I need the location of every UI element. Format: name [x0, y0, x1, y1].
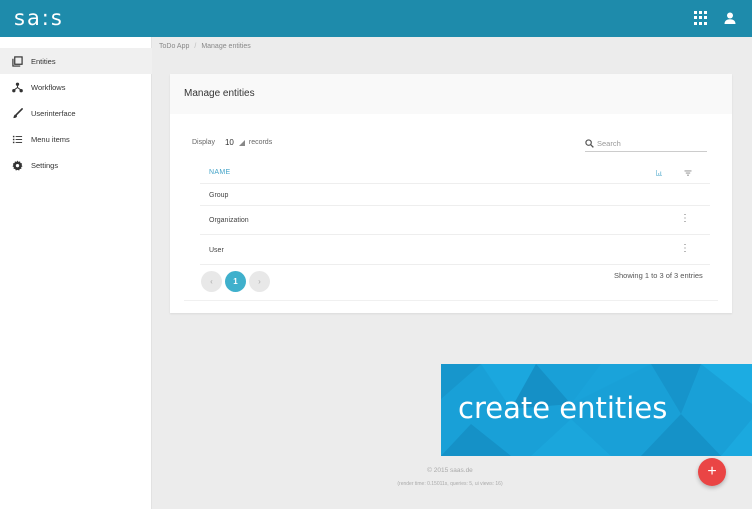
records-label: records [248, 139, 273, 146]
entity-name-cell[interactable]: User [209, 247, 224, 254]
promo-banner: create entities [441, 364, 752, 456]
prev-page-button[interactable]: ‹ [201, 271, 222, 292]
records-per-page: Display 10 records [192, 138, 272, 147]
banner-text: create entities [458, 391, 668, 425]
breadcrumb-separator: / [194, 43, 197, 50]
page-title: Manage entities [184, 88, 255, 99]
display-label: Display [192, 139, 215, 146]
entity-name-cell[interactable]: Group [209, 192, 228, 199]
more-options-icon[interactable]: ⋮ [680, 244, 690, 254]
gear-icon [10, 158, 24, 172]
select-caret-icon[interactable] [238, 139, 245, 146]
apps-grid-icon[interactable] [694, 11, 708, 25]
sidebar-item-userinterface[interactable]: Userinterface [0, 100, 152, 126]
pagination: ‹ 1 › [201, 271, 273, 292]
breadcrumb-current: Manage entities [201, 43, 251, 50]
breadcrumb: ToDo App / Manage entities [159, 43, 251, 50]
sidebar-item-settings[interactable]: Settings [0, 152, 152, 178]
list-icon [10, 132, 24, 146]
sidebar-item-workflows[interactable]: Workflows [0, 74, 152, 100]
card-header: Manage entities [170, 74, 732, 114]
column-header-name[interactable]: NAME [209, 169, 230, 176]
table-row[interactable]: User ⋮ [200, 235, 710, 265]
search-icon [585, 139, 594, 148]
records-per-page-select[interactable]: 10 [225, 138, 234, 147]
app-logo[interactable]: sa:s [14, 6, 64, 30]
entities-icon [10, 54, 24, 68]
sidebar-item-menu-items[interactable]: Menu items [0, 126, 152, 152]
user-icon[interactable] [723, 11, 737, 25]
sidebar-item-entities[interactable]: Entities [0, 48, 152, 74]
filter-icon[interactable] [684, 169, 692, 177]
footer-render-info: (render time: 0.15011s, queries: 5, ui v… [397, 481, 503, 487]
sidebar-item-label: Settings [31, 160, 59, 170]
divider [184, 300, 718, 301]
search-input[interactable] [597, 139, 697, 148]
sidebar-item-label: Entities [31, 56, 56, 66]
table-header: NAME [200, 164, 710, 184]
more-options-icon[interactable]: ⋮ [680, 214, 690, 224]
brush-icon [10, 106, 24, 120]
breadcrumb-root-link[interactable]: ToDo App [159, 43, 189, 50]
workflow-icon [10, 80, 24, 94]
entities-card: Manage entities Display 10 records NAME … [170, 74, 732, 313]
sort-icon[interactable] [655, 169, 663, 177]
top-bar: sa:s [0, 0, 752, 37]
entries-summary: Showing 1 to 3 of 3 entries [614, 271, 703, 280]
footer-copyright: © 2015 saas.de [427, 467, 473, 474]
sidebar-item-label: Menu items [31, 134, 70, 144]
next-page-button[interactable]: › [249, 271, 270, 292]
add-entity-button[interactable]: + [698, 458, 726, 486]
table-row[interactable]: Group [200, 184, 710, 206]
page-1-button[interactable]: 1 [225, 271, 246, 292]
sidebar: Entities Workflows Userinterface Menu it… [0, 37, 152, 509]
table-row[interactable]: Organization ⋮ [200, 206, 710, 235]
sidebar-item-label: Workflows [31, 82, 66, 92]
sidebar-item-label: Userinterface [31, 108, 76, 118]
search-box [585, 136, 707, 152]
entity-name-cell[interactable]: Organization [209, 217, 249, 224]
